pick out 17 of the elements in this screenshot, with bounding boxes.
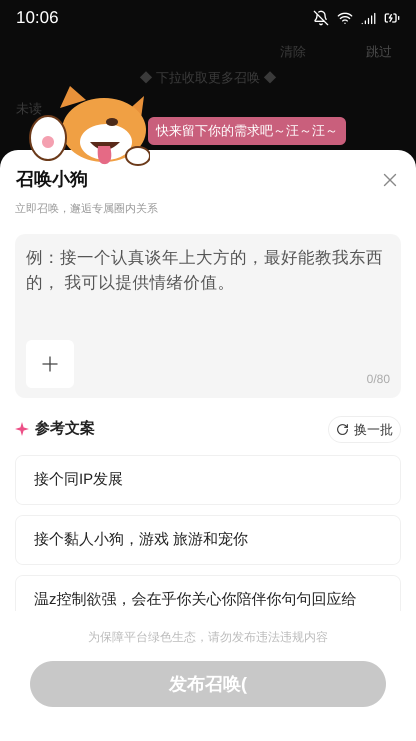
sparkle-icon (15, 422, 29, 436)
char-counter: 0/80 (366, 370, 390, 388)
signal-icon (361, 10, 376, 26)
reference-item[interactable]: 接个黏人小狗，游戏 旅游和宠你 (15, 515, 401, 565)
notice-text: 为保障平台绿色生态，请勿发布违法违规内容 (87, 629, 329, 646)
reference-title: 参考文案 (35, 418, 95, 439)
reference-item[interactable]: 温z控制欲强，会在乎你关心你陪伴你句句回应给 (15, 575, 401, 611)
refresh-button[interactable]: 换一批 (328, 416, 401, 443)
reference-item[interactable]: 接个同IP发展 (15, 455, 401, 505)
request-textarea[interactable]: 例：接一个认真谈年上大方的，最好能教我东西的， 我可以提供情绪价值。 (26, 246, 384, 326)
status-time: 10:06 (16, 7, 59, 30)
bell-off-icon (313, 10, 329, 26)
refresh-icon (336, 422, 349, 436)
speech-bubble: 快来留下你的需求吧～汪～汪～ (148, 117, 346, 144)
sheet-subtitle: 立即召唤，邂逅专属圈内关系 (15, 202, 158, 217)
wifi-icon (337, 10, 353, 26)
sheet-title: 召唤小狗 (15, 168, 88, 191)
